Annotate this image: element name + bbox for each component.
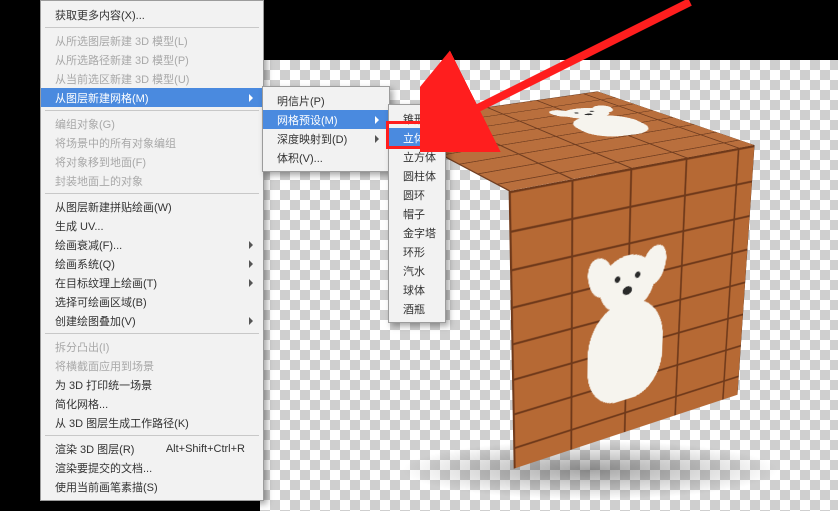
menu-item-label: 将横截面应用到场景 [55, 358, 154, 374]
menu-item-label: 拆分凸出(I) [55, 339, 109, 355]
menu-item-paint-system[interactable]: 绘画系统(Q) [41, 254, 263, 273]
menu-item-group-objects: 编组对象(G) [41, 114, 263, 133]
menu-separator [45, 435, 259, 436]
menu-item-label: 绘画系统(Q) [55, 256, 115, 272]
menu-item-label: 圆柱体 [403, 168, 436, 184]
menu-item-work-path-from-3d[interactable]: 从 3D 图层生成工作路径(K) [41, 413, 263, 432]
menu-item-new-mesh-from-layer[interactable]: 从图层新建网格(M) [41, 88, 263, 107]
menu-item-get-more[interactable]: 获取更多内容(X)... [41, 5, 263, 24]
menu-item-label: 渲染要提交的文档... [55, 460, 152, 476]
menu-item-preset-pyramid[interactable]: 金字塔 [389, 223, 445, 242]
submenu-new-mesh-from-layer: 明信片(P) 网格预设(M) 深度映射到(D) 体积(V)... [262, 86, 390, 172]
menu-item-label: 立体环绕 [403, 130, 447, 146]
menu-item-label: 绘画衰减(F)... [55, 237, 122, 253]
menu-item-label: 渲染 3D 图层(R) [55, 441, 134, 457]
menu-item-postcard[interactable]: 明信片(P) [263, 91, 389, 110]
menu-item-label: 编组对象(G) [55, 116, 115, 132]
menu-item-preset-cylinder[interactable]: 圆柱体 [389, 166, 445, 185]
menu-item-simplify-mesh[interactable]: 简化网格... [41, 394, 263, 413]
menu-item-3d-from-path: 从所选路径新建 3D 模型(P) [41, 50, 263, 69]
menu-item-paint-on-target-texture[interactable]: 在目标纹理上绘画(T) [41, 273, 263, 292]
menu-item-label: 明信片(P) [277, 93, 325, 109]
menu-item-label: 从图层新建网格(M) [55, 90, 149, 106]
menu-item-label: 在目标纹理上绘画(T) [55, 275, 157, 291]
menu-item-label: 网格预设(M) [277, 112, 338, 128]
menu-item-create-paint-overlay[interactable]: 创建绘图叠加(V) [41, 311, 263, 330]
menu-item-label: 选择可绘画区域(B) [55, 294, 147, 310]
menu-item-sketch-brush[interactable]: 使用当前画笔素描(S) [41, 477, 263, 496]
menu-item-label: 从所选图层新建 3D 模型(L) [55, 33, 188, 49]
menu-item-unify-3d-print[interactable]: 为 3D 打印统一场景 [41, 375, 263, 394]
menu-item-generate-uv[interactable]: 生成 UV... [41, 216, 263, 235]
menu-item-label: 锥形 [403, 111, 425, 127]
submenu-mesh-preset: 锥形 立体环绕 立方体 圆柱体 圆环 帽子 金字塔 环形 汽水 球体 酒瓶 [388, 104, 446, 323]
menu-item-render-submit[interactable]: 渲染要提交的文档... [41, 458, 263, 477]
menu-item-label: 球体 [403, 282, 425, 298]
menu-item-label: 金字塔 [403, 225, 436, 241]
menu-item-tile-painting[interactable]: 从图层新建拼贴绘画(W) [41, 197, 263, 216]
menu-separator [45, 333, 259, 334]
menu-item-volume[interactable]: 体积(V)... [263, 148, 389, 167]
menu-item-label: 将对象移到地面(F) [55, 154, 146, 170]
menu-separator [45, 27, 259, 28]
menu-item-3d-from-layer: 从所选图层新建 3D 模型(L) [41, 31, 263, 50]
menu-item-label: 深度映射到(D) [277, 131, 347, 147]
menu-3d: 获取更多内容(X)... 从所选图层新建 3D 模型(L) 从所选路径新建 3D… [40, 0, 264, 501]
menu-item-label: 圆环 [403, 187, 425, 203]
menu-item-label: 立方体 [403, 149, 436, 165]
cube-face-front [509, 145, 755, 469]
menu-item-render-3d-layer[interactable]: 渲染 3D 图层(R) Alt+Shift+Ctrl+R [41, 439, 263, 458]
menu-item-depth-map-to[interactable]: 深度映射到(D) [263, 129, 389, 148]
menu-item-split-extrusion: 拆分凸出(I) [41, 337, 263, 356]
menu-item-label: 创建绘图叠加(V) [55, 313, 136, 329]
menu-item-label: 从当前选区新建 3D 模型(U) [55, 71, 189, 87]
menu-item-label: 体积(V)... [277, 150, 323, 166]
menu-item-apply-cross-section: 将横截面应用到场景 [41, 356, 263, 375]
menu-item-paint-falloff[interactable]: 绘画衰减(F)... [41, 235, 263, 254]
menu-item-preset-donut[interactable]: 圆环 [389, 185, 445, 204]
menu-item-group-scene: 将场景中的所有对象编组 [41, 133, 263, 152]
menu-item-label: 帽子 [403, 206, 425, 222]
menu-item-select-paintable[interactable]: 选择可绘画区域(B) [41, 292, 263, 311]
menu-item-label: 从图层新建拼贴绘画(W) [55, 199, 172, 215]
menu-item-pack-ground: 封装地面上的对象 [41, 171, 263, 190]
menu-item-preset-cube-wrap[interactable]: 立体环绕 [389, 128, 445, 147]
menu-item-label: 汽水 [403, 263, 425, 279]
menu-item-label: 生成 UV... [55, 218, 104, 234]
menu-item-preset-soda[interactable]: 汽水 [389, 261, 445, 280]
menu-item-shortcut: Alt+Shift+Ctrl+R [166, 443, 245, 455]
menu-item-label: 封装地面上的对象 [55, 173, 143, 189]
menu-item-mesh-preset[interactable]: 网格预设(M) [263, 110, 389, 129]
menu-item-label: 获取更多内容(X)... [55, 7, 145, 23]
menu-item-label: 从所选路径新建 3D 模型(P) [55, 52, 189, 68]
menu-item-label: 简化网格... [55, 396, 108, 412]
menu-item-label: 为 3D 打印统一场景 [55, 377, 152, 393]
menu-item-label: 酒瓶 [403, 301, 425, 317]
menu-item-move-to-ground: 将对象移到地面(F) [41, 152, 263, 171]
menu-item-preset-wine-bottle[interactable]: 酒瓶 [389, 299, 445, 318]
menu-separator [45, 110, 259, 111]
menu-item-preset-cone[interactable]: 锥形 [389, 109, 445, 128]
menu-item-preset-ring[interactable]: 环形 [389, 242, 445, 261]
menu-item-label: 将场景中的所有对象编组 [55, 135, 176, 151]
menu-item-preset-cube[interactable]: 立方体 [389, 147, 445, 166]
menu-separator [45, 193, 259, 194]
menu-item-label: 环形 [403, 244, 425, 260]
menu-item-preset-sphere[interactable]: 球体 [389, 280, 445, 299]
menu-item-preset-hat[interactable]: 帽子 [389, 204, 445, 223]
menu-item-3d-from-selection: 从当前选区新建 3D 模型(U) [41, 69, 263, 88]
menu-item-label: 从 3D 图层生成工作路径(K) [55, 415, 189, 431]
menu-item-label: 使用当前画笔素描(S) [55, 479, 158, 495]
